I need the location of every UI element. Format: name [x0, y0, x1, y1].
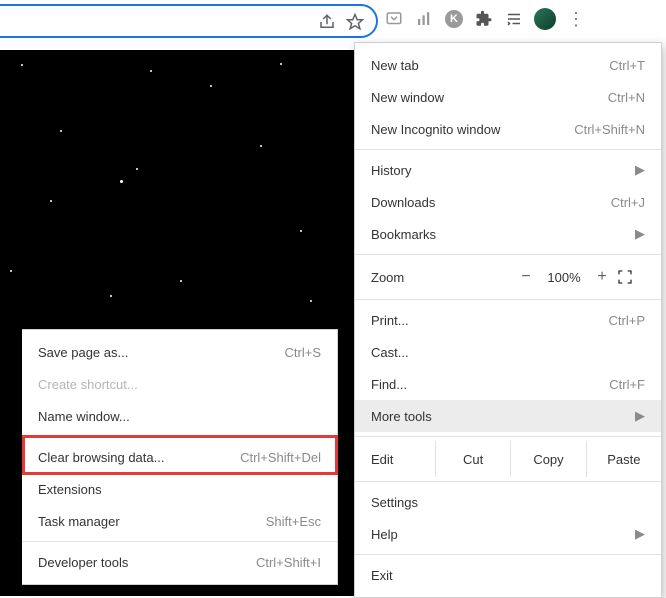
- submenu-arrow-icon: ▶: [635, 226, 645, 242]
- menu-shortcut: Ctrl+F: [609, 377, 645, 392]
- menu-settings[interactable]: Settings: [355, 486, 661, 518]
- menu-separator: [355, 299, 661, 300]
- zoom-value: 100%: [541, 270, 587, 285]
- menu-exit[interactable]: Exit: [355, 559, 661, 591]
- menu-separator: [355, 481, 661, 482]
- k-extension-icon[interactable]: K: [444, 9, 464, 29]
- profile-avatar[interactable]: [534, 8, 556, 30]
- menu-downloads[interactable]: DownloadsCtrl+J: [355, 186, 661, 218]
- menu-new-window[interactable]: New windowCtrl+N: [355, 81, 661, 113]
- menu-shortcut: Ctrl+Shift+I: [256, 555, 321, 570]
- submenu-create-shortcut: Create shortcut...: [22, 368, 337, 400]
- menu-shortcut: Ctrl+S: [285, 345, 321, 360]
- edit-label: Edit: [355, 452, 435, 467]
- share-icon[interactable]: [318, 13, 336, 31]
- menu-label: More tools: [371, 409, 627, 424]
- menu-label: Print...: [371, 313, 609, 328]
- omnibox[interactable]: [0, 4, 378, 38]
- menu-new-incognito[interactable]: New Incognito windowCtrl+Shift+N: [355, 113, 661, 145]
- menu-label: New window: [371, 90, 608, 105]
- menu-history[interactable]: History ▶: [355, 154, 661, 186]
- menu-label: Find...: [371, 377, 609, 392]
- menu-label: Downloads: [371, 195, 611, 210]
- menu-shortcut: Shift+Esc: [266, 514, 321, 529]
- reading-list-icon[interactable]: [504, 9, 524, 29]
- menu-bookmarks[interactable]: Bookmarks ▶: [355, 218, 661, 250]
- menu-edit-row: Edit Cut Copy Paste: [355, 441, 661, 477]
- menu-cast[interactable]: Cast...: [355, 336, 661, 368]
- fullscreen-icon[interactable]: [617, 269, 645, 285]
- submenu-arrow-icon: ▶: [635, 162, 645, 178]
- menu-separator: [22, 541, 337, 542]
- submenu-save-page[interactable]: Save page as...Ctrl+S: [22, 336, 337, 368]
- submenu-arrow-icon: ▶: [635, 408, 645, 424]
- menu-label: History: [371, 163, 627, 178]
- submenu-arrow-icon: ▶: [635, 526, 645, 542]
- kebab-menu-icon[interactable]: ⋮: [566, 9, 586, 29]
- annotation-highlight-box: [22, 435, 338, 475]
- menu-label: Save page as...: [38, 345, 285, 360]
- zoom-out-button[interactable]: −: [511, 268, 541, 286]
- zoom-label: Zoom: [371, 270, 511, 285]
- menu-label: Extensions: [38, 482, 321, 497]
- menu-label: Settings: [371, 495, 645, 510]
- menu-shortcut: Ctrl+J: [611, 195, 645, 210]
- menu-label: Name window...: [38, 409, 321, 424]
- toolbar-icons: K ⋮: [384, 8, 586, 30]
- chrome-main-menu: New tabCtrl+T New windowCtrl+N New Incog…: [354, 42, 662, 598]
- menu-label: Help: [371, 527, 627, 542]
- menu-new-tab[interactable]: New tabCtrl+T: [355, 49, 661, 81]
- menu-print[interactable]: Print...Ctrl+P: [355, 304, 661, 336]
- menu-more-tools[interactable]: More tools ▶: [355, 400, 661, 432]
- menu-label: Exit: [371, 568, 645, 583]
- menu-separator: [355, 254, 661, 255]
- analytics-icon[interactable]: [414, 9, 434, 29]
- menu-label: Cast...: [371, 345, 645, 360]
- menu-separator: [355, 554, 661, 555]
- menu-shortcut: Ctrl+N: [608, 90, 645, 105]
- menu-label: Bookmarks: [371, 227, 627, 242]
- submenu-task-manager[interactable]: Task managerShift+Esc: [22, 505, 337, 537]
- submenu-extensions[interactable]: Extensions: [22, 473, 337, 505]
- menu-label: Developer tools: [38, 555, 256, 570]
- menu-find[interactable]: Find...Ctrl+F: [355, 368, 661, 400]
- extensions-puzzle-icon[interactable]: [474, 9, 494, 29]
- menu-shortcut: Ctrl+P: [609, 313, 645, 328]
- bookmark-star-icon[interactable]: [346, 13, 364, 31]
- menu-label: Task manager: [38, 514, 266, 529]
- submenu-developer-tools[interactable]: Developer toolsCtrl+Shift+I: [22, 546, 337, 578]
- menu-label: New tab: [371, 58, 609, 73]
- edit-cut-button[interactable]: Cut: [435, 441, 510, 477]
- menu-shortcut: Ctrl+T: [609, 58, 645, 73]
- menu-label: New Incognito window: [371, 122, 574, 137]
- menu-separator: [355, 436, 661, 437]
- menu-zoom: Zoom − 100% +: [355, 259, 661, 295]
- pocket-icon[interactable]: [384, 9, 404, 29]
- edit-paste-button[interactable]: Paste: [586, 441, 661, 477]
- menu-shortcut: Ctrl+Shift+N: [574, 122, 645, 137]
- zoom-in-button[interactable]: +: [587, 268, 617, 286]
- menu-separator: [355, 149, 661, 150]
- submenu-name-window[interactable]: Name window...: [22, 400, 337, 432]
- edit-copy-button[interactable]: Copy: [510, 441, 585, 477]
- menu-label: Create shortcut...: [38, 377, 321, 392]
- menu-help[interactable]: Help ▶: [355, 518, 661, 550]
